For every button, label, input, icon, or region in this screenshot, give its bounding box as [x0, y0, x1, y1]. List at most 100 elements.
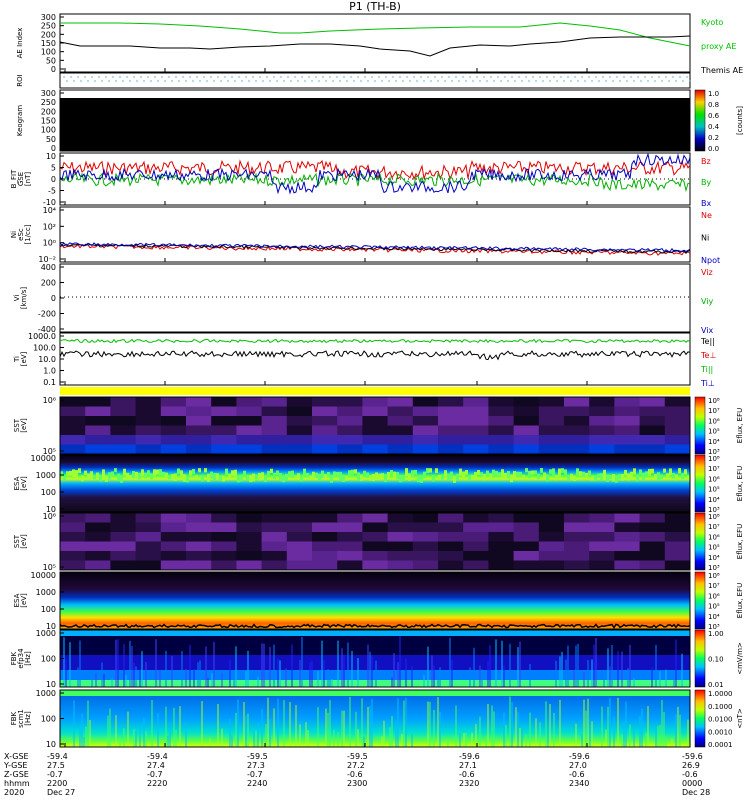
ytick-keo: 100: [41, 126, 56, 135]
roi-dot: [637, 76, 639, 78]
esa-streak: [477, 470, 480, 475]
esa-streak: [456, 473, 459, 481]
sst-cell: [261, 560, 288, 571]
cbar-tick-esa2: 10⁷: [708, 582, 720, 590]
roi-dot: [381, 80, 383, 82]
sst-cell: [463, 513, 489, 523]
esa-streak: [498, 472, 501, 477]
roi-dot: [175, 76, 177, 78]
esa-streak: [381, 473, 384, 478]
esa-streak: [669, 468, 672, 476]
cbar-tick-esa1: 10⁶: [708, 475, 720, 483]
esa-streak: [75, 470, 78, 478]
esa-streak: [651, 468, 654, 474]
roi-dot: [535, 80, 537, 82]
cbar-tick-keo: 0.8: [708, 101, 719, 109]
ytick-fbk2: 100: [41, 715, 56, 724]
sst-cell: [236, 513, 263, 523]
esa-streak: [513, 471, 516, 479]
sst-cell: [639, 397, 666, 407]
esa-streak: [279, 473, 282, 481]
sst-cell: [135, 397, 162, 407]
sst-cell: [85, 560, 111, 571]
esa-streak: [120, 475, 123, 483]
esa-streak: [102, 469, 105, 478]
sst-cell: [135, 406, 162, 417]
ylabel-sst1: [eV]: [20, 418, 28, 433]
esa-streak: [564, 469, 567, 476]
ephem-value: -0.6: [682, 770, 698, 779]
sst-cell: [387, 425, 414, 436]
esa-streak: [630, 471, 633, 478]
sst-cell: [387, 522, 414, 533]
esa-streak: [387, 471, 390, 477]
roi-dot: [570, 80, 572, 82]
esa-streak: [522, 474, 525, 481]
roi-dot: [105, 76, 107, 78]
sst-cell: [639, 541, 666, 552]
roi-dot: [560, 76, 562, 78]
cbar-tick-fbk1: 1.00: [708, 630, 724, 638]
sst-cell: [564, 416, 590, 426]
sst-cell: [438, 551, 464, 561]
sst-cell: [362, 532, 389, 542]
sst-cell: [337, 513, 363, 523]
ytick-esa1: 100: [41, 488, 56, 497]
roi-dot: [217, 76, 219, 78]
esa-streak: [654, 474, 657, 479]
sst-cell: [60, 406, 86, 417]
roi-dot: [266, 76, 268, 78]
cbar-tick-esa2: 10⁴: [708, 613, 720, 621]
sst-cell: [337, 522, 363, 533]
sst-cell: [186, 560, 212, 571]
esa-streak: [174, 473, 177, 481]
esa-streak: [636, 474, 639, 482]
ytick-vi: 0: [51, 294, 56, 303]
esa-streak: [237, 475, 240, 483]
ephem-value: 2340: [569, 779, 589, 788]
sst-cell: [60, 435, 86, 445]
esa-streak: [210, 471, 213, 479]
roi-dot: [224, 76, 226, 78]
esa-streak: [552, 468, 555, 476]
roi-dot: [276, 80, 278, 82]
ytick-ti: 1000.0: [28, 332, 56, 341]
sst-cell: [160, 416, 187, 426]
sst-cell: [387, 513, 414, 523]
sst-cell: [236, 532, 263, 542]
roi-dot: [213, 80, 215, 82]
esa-streak: [105, 475, 108, 482]
esa-streak: [432, 475, 435, 482]
sst-cell: [387, 416, 414, 426]
esa-streak: [465, 470, 468, 475]
esa-streak: [234, 469, 237, 477]
esa-streak: [336, 471, 339, 478]
esa-streak: [633, 468, 636, 475]
roi-dot: [199, 80, 201, 82]
cbar-tick-sst1: 10⁵: [708, 428, 720, 436]
sst-cell: [337, 532, 363, 542]
roi-dot: [514, 80, 516, 82]
sst-cell: [614, 416, 641, 426]
roi-dot: [686, 76, 688, 78]
colorbars: [694, 89, 706, 748]
ephem-value: 27.2: [347, 761, 365, 770]
ylabel-ti: [eV]: [20, 351, 28, 366]
sst-cell: [110, 416, 137, 426]
roi-dot: [465, 80, 467, 82]
ephem-value: Dec 28: [682, 788, 710, 797]
sst-cell: [639, 522, 666, 533]
esa-streak: [390, 470, 393, 476]
roi-dot: [462, 76, 464, 78]
roi-dot: [402, 80, 404, 82]
esa-streak: [342, 474, 345, 482]
ytick-ae: 250: [41, 22, 56, 31]
esa-streak: [591, 475, 594, 481]
sst-cell: [186, 416, 212, 426]
sst-cell: [236, 560, 263, 571]
esa-streak: [201, 475, 204, 482]
sst-cell: [186, 522, 212, 533]
roi-dot: [66, 80, 68, 82]
esa-streak: [207, 473, 210, 482]
roi-dot: [616, 76, 618, 78]
